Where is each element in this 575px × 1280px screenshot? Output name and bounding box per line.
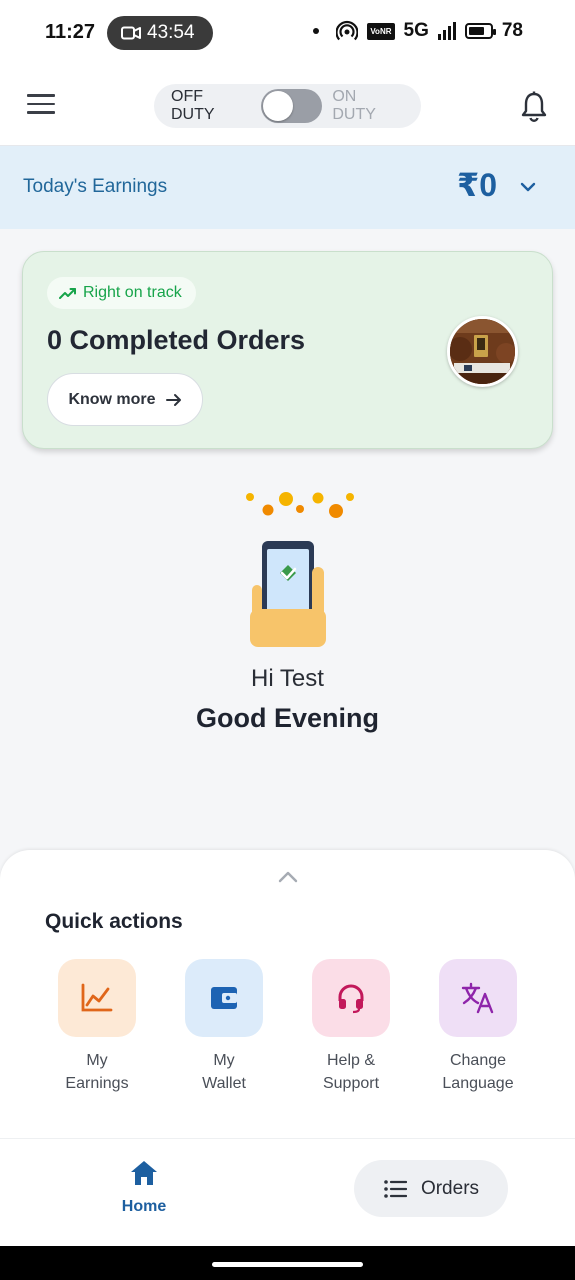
toggle-knob [262, 91, 293, 121]
app-bar: OFF DUTY ON DUTY [0, 66, 575, 146]
quick-action-my-earnings[interactable]: My Earnings [47, 959, 147, 1095]
quick-action-label: My [86, 1052, 108, 1069]
quick-actions-sheet: Quick actions My Earnings My Wallet Help &… [0, 850, 575, 1138]
todays-earnings-bar[interactable]: Today's Earnings ₹0 [0, 146, 575, 229]
duty-toggle[interactable] [260, 89, 323, 123]
nav-orders[interactable]: Orders [354, 1160, 508, 1217]
bottom-navigation: Home Orders [0, 1138, 575, 1246]
earnings-amount: ₹0 [456, 167, 497, 203]
quick-action-my-wallet[interactable]: My Wallet [174, 959, 274, 1095]
battery-level: 78 [501, 20, 523, 41]
on-track-badge: Right on track [47, 277, 196, 309]
list-icon [384, 1179, 407, 1198]
completed-orders-title: 0 Completed Orders [47, 325, 306, 355]
quick-action-label: My [213, 1052, 235, 1069]
system-navigation-bar [0, 1246, 575, 1280]
know-more-button[interactable]: Know more [47, 373, 203, 426]
home-icon [131, 1161, 157, 1185]
on-track-text: Right on track [83, 284, 182, 301]
recording-chip[interactable]: 43:54 [107, 16, 213, 50]
duty-switch: OFF DUTY ON DUTY [154, 84, 421, 128]
quick-action-label: Wallet [202, 1075, 246, 1092]
quick-action-label: Earnings [65, 1075, 129, 1092]
arrow-right-icon [165, 393, 181, 406]
nav-orders-label: Orders [420, 1177, 480, 1199]
avatar[interactable] [447, 316, 518, 387]
wallet-icon [185, 959, 263, 1037]
greeting-message: Good Evening [195, 703, 379, 733]
greeting-name: Hi Test [251, 665, 324, 692]
notification-dot [313, 28, 320, 34]
status-icons: VoNR 5G 78 [313, 20, 523, 42]
earnings-label: Today's Earnings [23, 176, 168, 197]
chevron-up-icon[interactable] [277, 870, 299, 884]
video-camera-icon [121, 26, 141, 40]
quick-action-label: Language [442, 1075, 514, 1092]
quick-actions-title: Quick actions [45, 910, 183, 933]
status-time: 11:27 [45, 21, 96, 43]
signal-icon [437, 22, 456, 40]
hotspot-icon [336, 20, 359, 41]
vonr-badge: VoNR [367, 22, 395, 40]
hamburger-menu-icon[interactable] [27, 94, 55, 116]
quick-action-change-language[interactable]: Change Language [428, 959, 528, 1095]
avatar-photo [450, 319, 515, 384]
earnings-chart-icon [58, 959, 136, 1037]
home-gesture-bar[interactable] [212, 1262, 363, 1267]
off-duty-label: OFF DUTY [171, 88, 215, 123]
know-more-label: Know more [68, 390, 156, 408]
chevron-down-icon[interactable] [519, 178, 537, 196]
headset-icon [312, 959, 390, 1037]
battery-icon [464, 23, 496, 39]
network-type: 5G [403, 20, 429, 41]
trending-up-icon [59, 288, 76, 299]
nav-home[interactable]: Home [104, 1159, 184, 1216]
status-bar: 11:27 43:54 VoNR 5G 78 [0, 0, 575, 66]
bell-icon[interactable] [518, 90, 550, 124]
quick-action-label: Help & [326, 1052, 376, 1069]
quick-action-help-support[interactable]: Help & Support [301, 959, 401, 1095]
orders-status-card: Right on track 0 Completed Orders Know m… [22, 251, 553, 449]
on-duty-label: ON DUTY [332, 88, 376, 123]
translate-icon [439, 959, 517, 1037]
nav-home-label: Home [121, 1198, 167, 1215]
quick-action-label: Support [322, 1075, 380, 1092]
phone-in-hand-illustration [246, 492, 354, 647]
quick-action-label: Change [449, 1052, 507, 1069]
recording-timer: 43:54 [147, 22, 195, 43]
